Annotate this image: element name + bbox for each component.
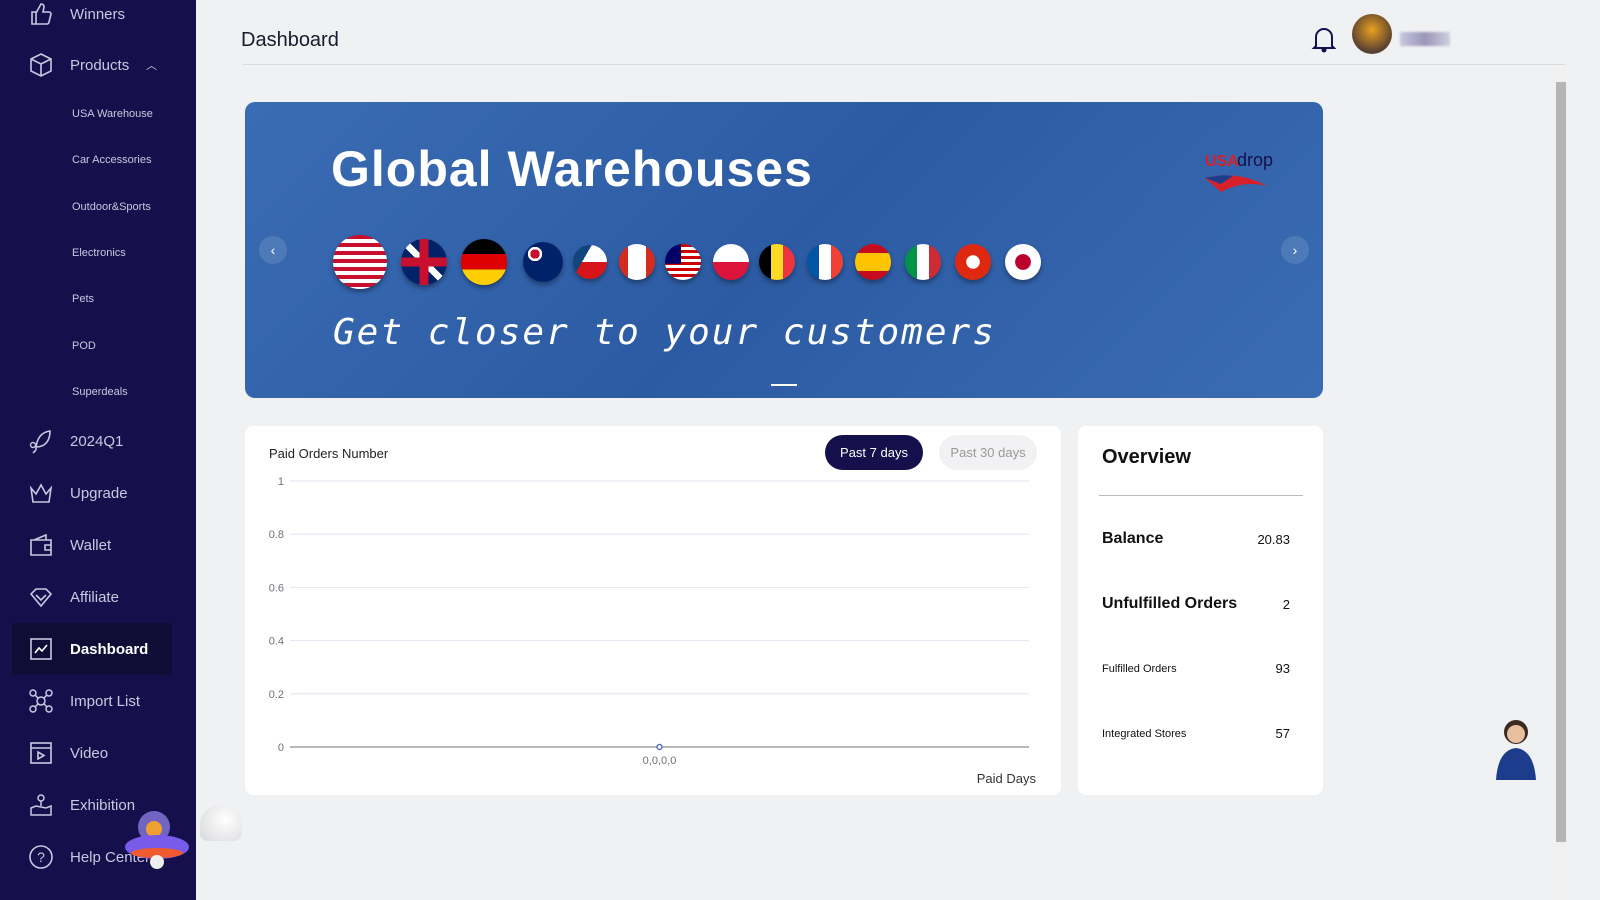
sidebar-subitem[interactable]: Pets [72, 293, 94, 305]
cloud-decoration [200, 805, 242, 841]
flag-de-icon [461, 239, 507, 285]
sidebar-item-import-list[interactable]: Import List [12, 675, 172, 727]
svg-text:?: ? [37, 849, 45, 865]
banner-carousel[interactable]: Global Warehouses Get closer to your cus… [245, 102, 1323, 398]
overview-row-balance: Balance 20.83 [1102, 530, 1290, 548]
overview-card: Overview Balance 20.83 Unfulfilled Orders 2… [1078, 426, 1323, 795]
overview-label: Integrated Stores [1102, 727, 1187, 740]
sidebar-item-label: Video [70, 744, 109, 762]
carousel-prev-button[interactable]: ‹ [259, 236, 287, 264]
flag-cz-icon [573, 245, 607, 279]
y-tick-label: 0.2 [269, 689, 284, 701]
chart-icon [28, 636, 54, 662]
page-title: Dashboard [241, 29, 339, 51]
banner-subtitle: Get closer to your customers [333, 312, 996, 353]
chevron-up-icon[interactable]: ︿ [146, 57, 157, 73]
helper-avatar[interactable] [1488, 712, 1544, 780]
y-tick-label: 0.8 [269, 529, 284, 541]
flag-pl-icon [713, 244, 749, 280]
overview-value: 57 [1275, 726, 1290, 741]
user-name[interactable] [1400, 32, 1450, 46]
usadrop-logo: USAdrop [1205, 150, 1273, 192]
flag-es-icon [855, 244, 891, 280]
sidebar-item-label: Dashboard [70, 640, 149, 658]
sidebar-item-label: Products [70, 56, 130, 74]
y-tick-label: 0.4 [269, 636, 284, 648]
flag-jp-icon [1005, 244, 1041, 280]
overview-value: 2 [1282, 596, 1290, 612]
data-point [656, 743, 663, 751]
map-pin-icon [28, 792, 54, 818]
y-tick-label: 0 [278, 742, 284, 754]
sidebar-subitem[interactable]: Electronics [72, 247, 126, 259]
carousel-indicator[interactable] [771, 384, 797, 386]
sidebar-item-label: Affiliate [70, 588, 119, 606]
overview-row-fulfilled-orders: Fulfilled Orders 93 [1102, 661, 1290, 676]
overview-label: Balance [1102, 530, 1164, 547]
overview-label: Unfulfilled Orders [1102, 595, 1238, 612]
avatar[interactable] [1352, 14, 1392, 54]
sidebar-item-winners[interactable]: Winners [12, 0, 172, 40]
sidebar-item-wallet[interactable]: Wallet [12, 519, 172, 571]
y-tick-label: 1 [278, 476, 284, 488]
sidebar-subitem[interactable]: Car Accessories [72, 154, 151, 166]
overview-title: Overview [1102, 446, 1191, 468]
network-icon [28, 688, 54, 714]
sidebar-item-dashboard[interactable]: Dashboard [12, 623, 172, 675]
sidebar-item-2024q1[interactable]: 2024Q1 [12, 415, 172, 467]
overview-divider [1099, 495, 1303, 496]
sidebar-item-video[interactable]: Video [12, 727, 172, 779]
thumbs-up-icon [28, 1, 54, 27]
flag-uk-icon [401, 239, 447, 285]
sidebar-subitem[interactable]: POD [72, 340, 96, 352]
x-tick-label: 0,0,0,0 [643, 755, 677, 767]
overview-value: 93 [1275, 661, 1290, 676]
sidebar-item-label: Wallet [70, 536, 112, 554]
ufo-mascot[interactable] [122, 805, 192, 870]
sidebar: Winners Products ︿ 2024Q1 Upgrade Wallet Affil… [0, 0, 196, 900]
sidebar-subitem[interactable]: USA Warehouse [72, 108, 153, 120]
flag-us-icon [333, 235, 387, 289]
help-icon: ? [28, 844, 54, 870]
sidebar-item-affiliate[interactable]: Affiliate [12, 571, 172, 623]
box-icon [28, 52, 54, 78]
flag-it-icon [905, 244, 941, 280]
scrollbar[interactable] [1555, 66, 1567, 900]
header-divider [243, 64, 1565, 65]
svg-text:USA: USA [1205, 153, 1239, 170]
y-tick-label: 0.6 [269, 582, 284, 594]
flag-ca-icon [619, 244, 655, 280]
flag-fr-icon [807, 244, 843, 280]
wallet-icon [28, 532, 54, 558]
overview-row-unfulfilled-orders: Unfulfilled Orders 2 [1102, 595, 1290, 613]
sidebar-item-label: Upgrade [70, 484, 128, 502]
bell-icon[interactable] [1311, 25, 1337, 53]
overview-row-integrated-stores: Integrated Stores 57 [1102, 726, 1290, 741]
svg-text:drop: drop [1237, 150, 1273, 170]
sidebar-item-label: Winners [70, 5, 126, 23]
flag-au-icon [523, 242, 563, 282]
x-axis-label: Paid Days [976, 771, 1036, 786]
crown-icon [28, 480, 54, 506]
flag-hk-icon [955, 244, 991, 280]
paid-orders-card: Paid Orders Number Past 7 days Past 30 d… [245, 426, 1061, 795]
diamond-icon [28, 584, 54, 610]
sidebar-item-upgrade[interactable]: Upgrade [12, 467, 172, 519]
paid-orders-chart: 0 0.2 0.4 0.6 0.8 1 0,0,0,0 [269, 476, 1029, 767]
leaf-icon [28, 428, 54, 454]
sidebar-subitem[interactable]: Superdeals [72, 386, 128, 398]
overview-label: Fulfilled Orders [1102, 662, 1177, 675]
sidebar-item-label: Import List [70, 692, 141, 710]
sidebar-item-label: 2024Q1 [70, 432, 124, 450]
banner-title: Global Warehouses [331, 141, 813, 197]
carousel-next-button[interactable]: › [1281, 236, 1309, 264]
overview-value: 20.83 [1257, 531, 1290, 547]
flag-be-icon [759, 244, 795, 280]
sidebar-subitem[interactable]: Outdoor&Sports [72, 201, 151, 213]
flag-my-icon [665, 244, 701, 280]
video-icon [28, 740, 54, 766]
sidebar-item-products[interactable]: Products ︿ [12, 39, 172, 91]
